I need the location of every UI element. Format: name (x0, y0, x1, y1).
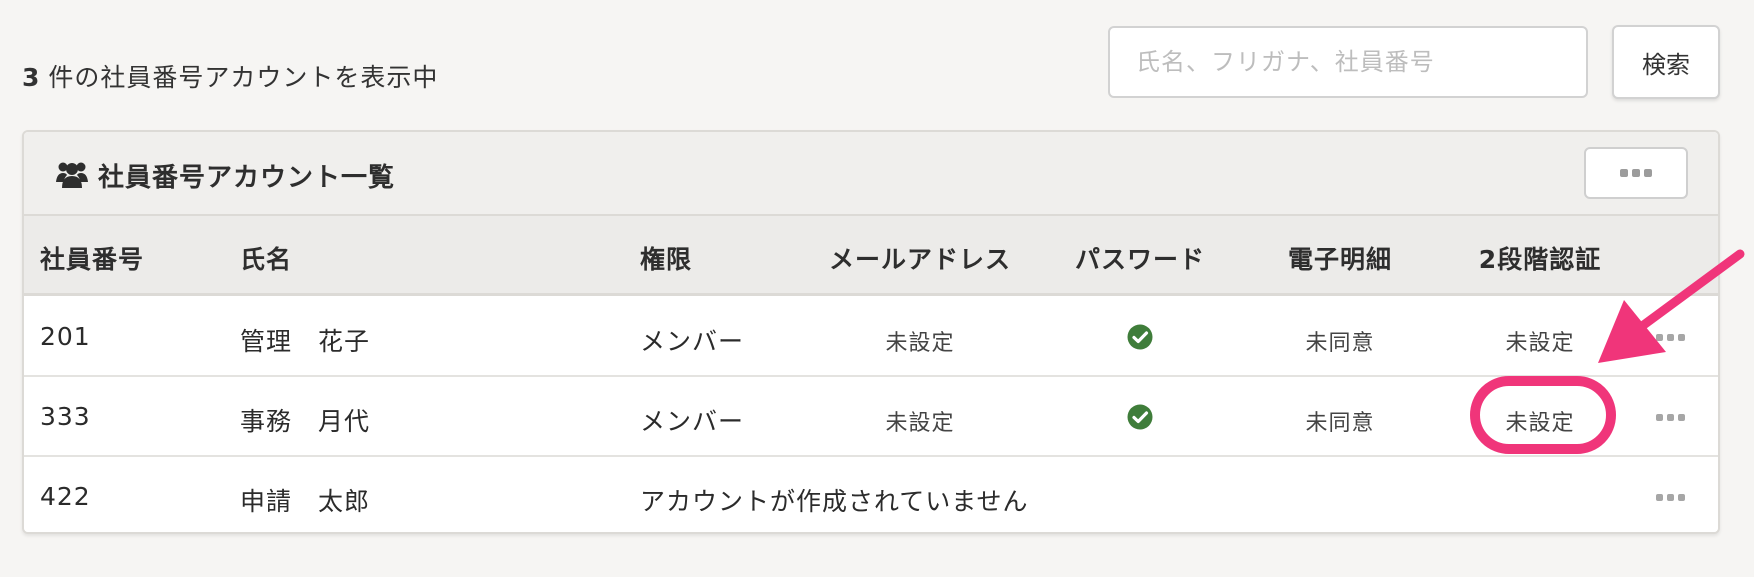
table-header: 社員番号 氏名 権限 メールアドレス パスワード 電子明細 2段階認証 (24, 216, 1718, 296)
highlight-ring (1470, 376, 1616, 454)
more-icon (1586, 169, 1686, 177)
employee-name: 事務 月代 (240, 407, 371, 436)
card-header: 社員番号アカウント一覧 (24, 132, 1718, 216)
header-e-statement: 電子明細 (1287, 245, 1393, 274)
employee-name: 申請 太郎 (240, 487, 371, 516)
account-count: 3 (22, 63, 41, 92)
header-name: 氏名 (240, 245, 293, 274)
account-count-label: 件の社員番号アカウントを表示中 (48, 63, 439, 92)
table-row[interactable]: 422 申請 太郎 アカウントが作成されていません (24, 459, 1718, 532)
users-icon (56, 162, 88, 188)
employee-id: 422 (40, 482, 91, 511)
header-role: 権限 (640, 245, 693, 274)
table-row[interactable]: 333 事務 月代 メンバー 未設定 未同意 未設定 (24, 379, 1718, 457)
annotation-arrow-icon (1598, 249, 1745, 363)
table-row[interactable]: 201 管理 花子 メンバー 未設定 未同意 未設定 (24, 299, 1718, 377)
check-circle-icon (1127, 404, 1153, 430)
row-more-button[interactable] (1656, 494, 1685, 501)
no-account-message: アカウントが作成されていません (640, 487, 1029, 516)
card-more-button[interactable] (1584, 147, 1688, 199)
search-button[interactable]: 検索 (1612, 25, 1720, 99)
employee-account-list-card: 社員番号アカウント一覧 社員番号 氏名 権限 メールアドレス パスワード 電子明… (22, 130, 1720, 534)
search-input[interactable] (1108, 26, 1588, 98)
row-more-button[interactable] (1656, 414, 1685, 421)
check-circle-icon (1127, 324, 1153, 350)
page: 3件の社員番号アカウントを表示中 検索 社員番号アカウント一覧 社員番号 氏名 … (0, 0, 1754, 577)
email-status: 未設定 (885, 331, 955, 356)
header-employee-id: 社員番号 (40, 245, 145, 274)
e-statement-status: 未同意 (1305, 331, 1375, 356)
header-email: メールアドレス (828, 245, 1012, 274)
header-password: パスワード (1074, 245, 1206, 274)
role: メンバー (640, 407, 745, 436)
more-icon (1656, 494, 1685, 501)
employee-id: 333 (40, 402, 91, 431)
account-count-summary: 3 件の社員番号アカウントを表示中 (22, 58, 438, 94)
email-status: 未設定 (885, 411, 955, 436)
role: メンバー (640, 327, 745, 356)
more-icon (1656, 414, 1685, 421)
card-title: 社員番号アカウント一覧 (98, 163, 396, 193)
employee-name: 管理 花子 (240, 327, 371, 356)
employee-id: 201 (40, 322, 91, 351)
two-factor-status: 未設定 (1505, 331, 1575, 356)
e-statement-status: 未同意 (1305, 411, 1375, 436)
